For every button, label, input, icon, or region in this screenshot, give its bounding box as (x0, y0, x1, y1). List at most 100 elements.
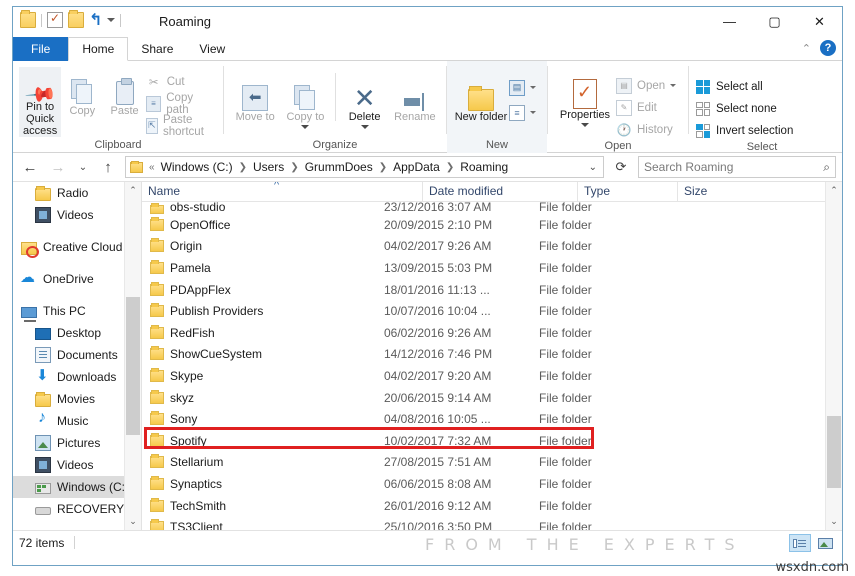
table-row-spotify[interactable]: Spotify 10/02/2017 7:32 AM File folder (142, 430, 824, 452)
minimize-button[interactable]: — (707, 7, 752, 36)
copy-button[interactable]: Copy (61, 67, 103, 117)
table-row[interactable]: RedFish 06/02/2016 9:26 AM File folder (142, 322, 824, 344)
large-icons-view-icon[interactable] (814, 534, 836, 552)
maximize-button[interactable]: ▢ (752, 7, 797, 36)
pin-to-quick-access-button[interactable]: 📌 Pin to Quick access (19, 67, 61, 137)
navigation-pane-scrollbar[interactable]: ⌃ ⌄ (124, 182, 141, 530)
new-folder-button[interactable]: New folder (453, 73, 509, 123)
breadcrumb-item-roaming[interactable]: Roaming (457, 160, 511, 174)
nav-item-videos[interactable]: Videos (13, 204, 125, 226)
nav-item-this-pc[interactable]: This PC (13, 300, 125, 322)
nav-item-desktop[interactable]: Desktop (13, 322, 125, 344)
breadcrumb-item-appdata[interactable]: AppData (390, 160, 443, 174)
table-row[interactable]: obs-studio 23/12/2016 3:07 AM File folde… (142, 202, 824, 214)
file-list-scrollbar[interactable]: ⌃ ⌄ (825, 182, 842, 530)
back-button[interactable]: ← (19, 156, 41, 178)
scrollbar-thumb[interactable] (827, 416, 841, 488)
new-item-button[interactable]: ▤ (509, 78, 536, 97)
table-row[interactable]: PDAppFlex 18/01/2016 11:13 ... File fold… (142, 279, 824, 301)
collapse-ribbon-icon[interactable]: ⌃ (802, 42, 811, 55)
chevron-down-icon[interactable] (581, 123, 589, 127)
history-button[interactable]: 🕐 History (616, 120, 676, 139)
move-to-button[interactable]: ⬅ Move to (230, 73, 280, 123)
nav-item-music[interactable]: Music (13, 410, 125, 432)
recent-locations-icon[interactable]: ⌄ (75, 156, 91, 178)
close-button[interactable]: ✕ (797, 7, 842, 36)
folder-icon[interactable] (20, 12, 36, 28)
easy-access-button[interactable]: ≡ (509, 103, 536, 122)
help-icon[interactable]: ? (820, 40, 836, 56)
nav-item-creative-cloud[interactable]: Creative Cloud (13, 236, 125, 258)
tab-view[interactable]: View (186, 37, 238, 61)
forward-button[interactable]: → (47, 156, 69, 178)
nav-item-windows-c[interactable]: Windows (C:) (13, 476, 125, 498)
properties-icon[interactable] (47, 12, 63, 28)
search-input[interactable]: Search Roaming (644, 160, 733, 174)
select-all-button[interactable]: Select all (695, 77, 793, 96)
scroll-down-icon[interactable]: ⌄ (125, 513, 141, 530)
edit-button[interactable]: ✎ Edit (616, 98, 676, 117)
select-none-button[interactable]: Select none (695, 99, 793, 118)
paste-button[interactable]: Paste (103, 67, 145, 117)
undo-icon[interactable]: ↰ (89, 13, 102, 27)
open-button[interactable]: ▤ Open (616, 76, 676, 95)
scroll-down-icon[interactable]: ⌄ (826, 513, 842, 530)
customize-quick-access-caret-icon[interactable] (107, 18, 115, 22)
table-row[interactable]: Sony 04/08/2016 10:05 ... File folder (142, 408, 824, 430)
breadcrumb-item-windows-c[interactable]: Windows (C:) (158, 160, 236, 174)
up-button[interactable]: ↑ (97, 156, 119, 178)
chevron-down-icon[interactable] (301, 125, 309, 129)
table-row[interactable]: TS3Client 25/10/2016 3:50 PM File folder (142, 516, 824, 530)
chevron-down-icon[interactable] (670, 84, 676, 87)
table-row[interactable]: ShowCueSystem 14/12/2016 7:46 PM File fo… (142, 344, 824, 366)
breadcrumb-item-grummdoes[interactable]: GrummDoes (302, 160, 376, 174)
nav-item-recovery[interactable]: RECOVERY ( (13, 498, 125, 520)
nav-item-downloads[interactable]: Downloads (13, 366, 125, 388)
address-dropdown-icon[interactable]: ⌄ (589, 162, 597, 173)
tab-file[interactable]: File (13, 37, 68, 61)
copy-to-button[interactable]: Copy to (280, 73, 330, 129)
nav-item-radio[interactable]: Radio (13, 182, 125, 204)
scrollbar-thumb[interactable] (126, 297, 140, 435)
rename-button[interactable]: Rename (390, 73, 440, 123)
table-row[interactable]: TechSmith 26/01/2016 9:12 AM File folder (142, 495, 824, 517)
table-row[interactable]: OpenOffice 20/09/2015 2:10 PM File folde… (142, 214, 824, 236)
properties-button[interactable]: Properties (554, 71, 616, 127)
details-view-icon[interactable] (789, 534, 811, 552)
column-header-name[interactable]: Name ^ (142, 182, 422, 201)
table-row[interactable]: Skype 04/02/2017 9:20 AM File folder (142, 365, 824, 387)
breadcrumb-item-users[interactable]: Users (250, 160, 287, 174)
new-folder-icon[interactable] (68, 12, 84, 28)
nav-item-videos-pc[interactable]: Videos (13, 454, 125, 476)
scroll-up-icon[interactable]: ⌃ (826, 182, 842, 199)
nav-item-documents[interactable]: Documents (13, 344, 125, 366)
scroll-up-icon[interactable]: ⌃ (125, 182, 141, 199)
delete-button[interactable]: ✕ Delete (339, 73, 389, 129)
cut-button[interactable]: ✂ Cut (146, 72, 217, 91)
table-row[interactable]: Pamela 13/09/2015 5:03 PM File folder (142, 257, 824, 279)
table-row[interactable]: Stellarium 27/08/2015 7:51 AM File folde… (142, 452, 824, 474)
table-row[interactable]: Synaptics 06/06/2015 8:08 AM File folder (142, 473, 824, 495)
breadcrumb-overflow-icon[interactable]: « (148, 162, 156, 173)
column-header-type[interactable]: Type (577, 182, 677, 201)
chevron-down-icon[interactable] (530, 111, 536, 114)
breadcrumb[interactable]: « Windows (C:) ❯ Users ❯ GrummDoes ❯ App… (125, 156, 604, 178)
table-row[interactable]: Origin 04/02/2017 9:26 AM File folder (142, 236, 824, 258)
refresh-button[interactable]: ⟳ (610, 156, 632, 178)
copy-path-button[interactable]: ≡ Copy path (146, 94, 217, 113)
chevron-down-icon[interactable] (361, 125, 369, 129)
tab-home[interactable]: Home (68, 37, 128, 61)
search-icon[interactable]: ⌕ (823, 160, 830, 175)
search-box[interactable]: Search Roaming ⌕ (638, 156, 836, 178)
nav-item-pictures[interactable]: Pictures (13, 432, 125, 454)
table-row[interactable]: Publish Providers 10/07/2016 10:04 ... F… (142, 300, 824, 322)
chevron-down-icon[interactable] (530, 86, 536, 89)
invert-selection-button[interactable]: Invert selection (695, 121, 793, 140)
paste-shortcut-button[interactable]: ⇱ Paste shortcut (146, 116, 217, 135)
column-header-size[interactable]: Size (677, 182, 757, 201)
column-header-date-modified[interactable]: Date modified (422, 182, 577, 201)
table-row[interactable]: skyz 20/06/2015 9:14 AM File folder (142, 387, 824, 409)
tab-share[interactable]: Share (128, 37, 186, 61)
nav-item-movies[interactable]: Movies (13, 388, 125, 410)
nav-item-onedrive[interactable]: OneDrive (13, 268, 125, 290)
